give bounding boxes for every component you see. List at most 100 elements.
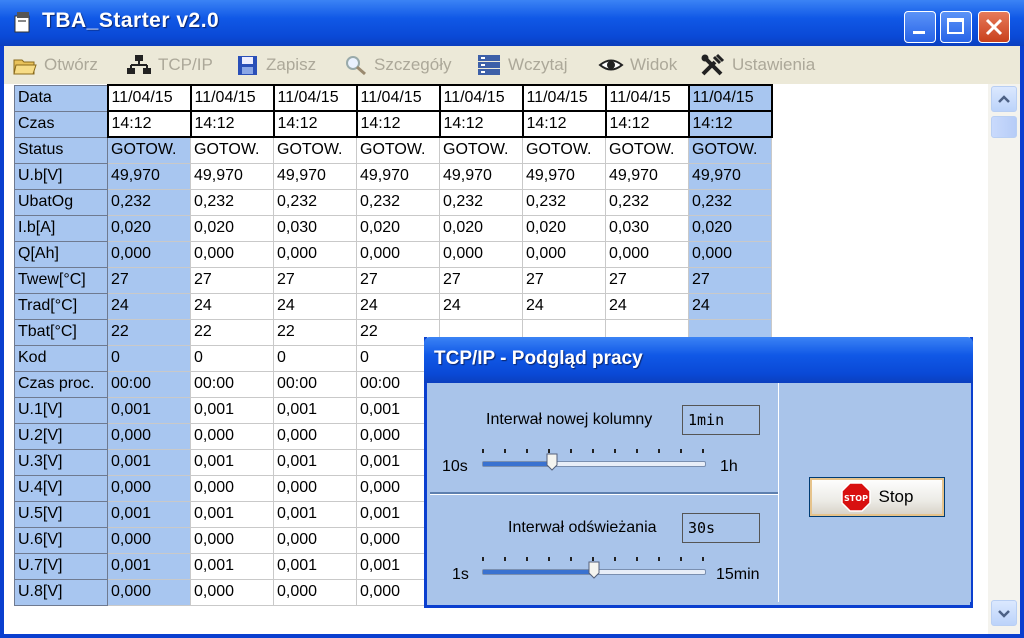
table-cell[interactable]: 24 [273, 292, 357, 320]
table-cell[interactable]: 22 [190, 318, 274, 346]
table-cell[interactable]: 0,001 [107, 552, 191, 580]
table-cell[interactable]: 0,000 [190, 474, 274, 502]
details-button[interactable]: Szczegóły [344, 52, 451, 78]
table-cell[interactable]: 0,000 [190, 526, 274, 554]
table-cell[interactable]: 24 [522, 292, 606, 320]
table-cell[interactable]: 0,001 [107, 500, 191, 528]
view-button[interactable]: Widok [598, 52, 677, 78]
maximize-button[interactable] [940, 11, 972, 43]
table-cell[interactable]: 0,001 [190, 552, 274, 580]
table-cell[interactable]: 14:12 [189, 110, 275, 138]
table-cell[interactable]: 0,000 [107, 240, 191, 268]
stop-button[interactable]: STOP Stop [809, 477, 945, 517]
table-cell[interactable]: 24 [688, 292, 772, 320]
table-cell[interactable]: 0,020 [688, 214, 772, 242]
table-cell[interactable]: 0,000 [107, 474, 191, 502]
table-cell[interactable]: 0,030 [605, 214, 689, 242]
table-cell[interactable]: 0,232 [522, 188, 606, 216]
table-cell[interactable]: 11/04/15 [106, 84, 192, 112]
table-cell[interactable]: GOTOW. [356, 136, 440, 164]
table-cell[interactable]: 0,000 [439, 240, 523, 268]
table-cell[interactable]: 0,000 [107, 526, 191, 554]
table-cell[interactable]: 0,001 [273, 396, 357, 424]
table-cell[interactable]: 27 [605, 266, 689, 294]
table-cell[interactable]: 24 [439, 292, 523, 320]
table-cell[interactable]: 0,000 [522, 240, 606, 268]
table-cell[interactable]: 22 [107, 318, 191, 346]
slider-track[interactable] [482, 461, 706, 467]
table-cell[interactable]: 0,001 [273, 448, 357, 476]
table-cell[interactable]: 49,970 [605, 162, 689, 190]
settings-button[interactable]: Ustawienia [700, 52, 815, 78]
title-bar[interactable]: TBA_Starter v2.0 [0, 0, 1024, 46]
table-cell[interactable]: 0,001 [273, 500, 357, 528]
table-cell[interactable]: 0,001 [190, 396, 274, 424]
table-cell[interactable]: 0 [190, 344, 274, 372]
table-cell[interactable]: 27 [522, 266, 606, 294]
table-cell[interactable]: 49,970 [356, 162, 440, 190]
table-cell[interactable]: 24 [356, 292, 440, 320]
table-cell[interactable]: 24 [190, 292, 274, 320]
table-cell[interactable]: 0 [107, 344, 191, 372]
table-cell[interactable]: 11/04/15 [687, 84, 773, 112]
table-cell[interactable]: 0,000 [688, 240, 772, 268]
table-cell[interactable]: 22 [273, 318, 357, 346]
table-cell[interactable]: 0,000 [273, 578, 357, 606]
table-cell[interactable]: 0,020 [190, 214, 274, 242]
tcpip-button[interactable]: TCP/IP [126, 52, 213, 78]
table-cell[interactable]: 0,000 [190, 240, 274, 268]
table-cell[interactable]: 0,030 [273, 214, 357, 242]
table-cell[interactable]: 0,000 [273, 422, 357, 450]
scroll-down-button[interactable] [991, 600, 1017, 626]
table-cell[interactable]: GOTOW. [107, 136, 191, 164]
slider-thumb[interactable] [546, 453, 558, 471]
table-cell[interactable]: 0,001 [107, 396, 191, 424]
open-button[interactable]: Otwórz [12, 52, 98, 78]
table-cell[interactable]: 27 [107, 266, 191, 294]
table-cell[interactable]: 0,000 [190, 578, 274, 606]
table-cell[interactable]: 0,000 [273, 526, 357, 554]
table-cell[interactable]: 0,020 [107, 214, 191, 242]
table-cell[interactable]: 49,970 [190, 162, 274, 190]
table-cell[interactable]: 00:00 [190, 370, 274, 398]
table-cell[interactable]: 14:12 [604, 110, 690, 138]
table-cell[interactable]: GOTOW. [273, 136, 357, 164]
scroll-up-button[interactable] [991, 86, 1017, 112]
table-cell[interactable]: 0,020 [356, 214, 440, 242]
table-cell[interactable]: 49,970 [522, 162, 606, 190]
table-cell[interactable]: 27 [273, 266, 357, 294]
table-cell[interactable]: 14:12 [106, 110, 192, 138]
table-cell[interactable]: 0 [273, 344, 357, 372]
table-cell[interactable]: 24 [107, 292, 191, 320]
table-cell[interactable]: 0,000 [356, 240, 440, 268]
table-cell[interactable]: 00:00 [273, 370, 357, 398]
table-cell[interactable]: 27 [439, 266, 523, 294]
table-cell[interactable]: 0,000 [605, 240, 689, 268]
table-cell[interactable]: 0,020 [439, 214, 523, 242]
table-cell[interactable]: 11/04/15 [604, 84, 690, 112]
table-cell[interactable]: 14:12 [355, 110, 441, 138]
table-cell[interactable]: 0,020 [522, 214, 606, 242]
table-cell[interactable]: 0,232 [605, 188, 689, 216]
table-cell[interactable]: 0,232 [107, 188, 191, 216]
table-cell[interactable]: 11/04/15 [438, 84, 524, 112]
table-cell[interactable]: GOTOW. [190, 136, 274, 164]
table-cell[interactable]: 0,232 [190, 188, 274, 216]
table-cell[interactable]: 11/04/15 [355, 84, 441, 112]
table-cell[interactable]: 0,001 [273, 552, 357, 580]
slider-thumb[interactable] [588, 561, 600, 579]
table-cell[interactable]: 14:12 [438, 110, 524, 138]
table-cell[interactable]: GOTOW. [439, 136, 523, 164]
table-cell[interactable]: 0,000 [190, 422, 274, 450]
refresh-interval-slider[interactable] [482, 557, 706, 583]
table-cell[interactable]: 11/04/15 [521, 84, 607, 112]
table-cell[interactable]: GOTOW. [688, 136, 772, 164]
table-cell[interactable]: 0,232 [439, 188, 523, 216]
table-cell[interactable]: 0,232 [688, 188, 772, 216]
table-cell[interactable]: 27 [688, 266, 772, 294]
table-cell[interactable]: 0,001 [190, 448, 274, 476]
table-cell[interactable]: 14:12 [687, 110, 773, 138]
table-cell[interactable]: 49,970 [439, 162, 523, 190]
dialog-title-bar[interactable]: TCP/IP - Podgląd pracy [424, 337, 973, 383]
table-cell[interactable]: GOTOW. [605, 136, 689, 164]
